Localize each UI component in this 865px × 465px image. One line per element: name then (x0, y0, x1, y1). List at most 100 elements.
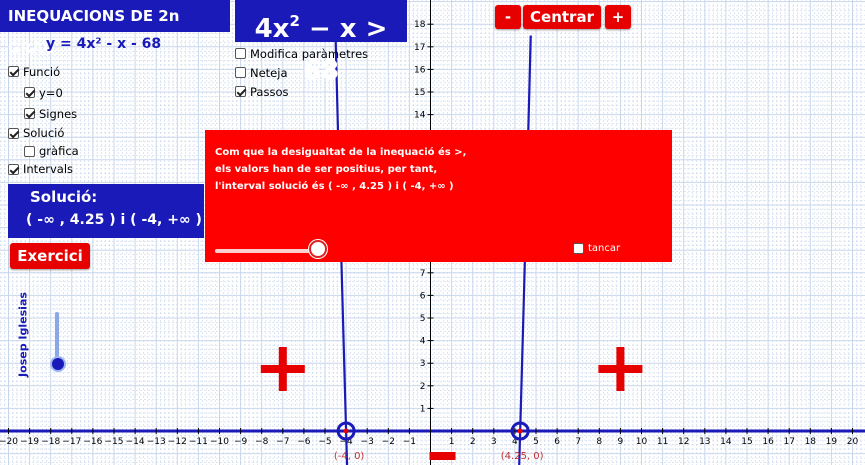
checkbox-label: Neteja (250, 65, 288, 80)
left-checkbox-panel: Funció y=0 Signes Solució gràfica Interv… (8, 61, 79, 178)
checkbox-box[interactable] (24, 108, 35, 119)
x-tick-label: 2 (470, 437, 476, 447)
x-tick-label: 8 (596, 437, 602, 447)
app-title: INEQUACIONS DE 2n GRAU (0, 0, 230, 57)
checkbox-modifica-parametres[interactable]: Modifica paràmetres (235, 44, 368, 63)
x-tick-label: −7 (276, 437, 289, 447)
x-tick-label: −1 (403, 437, 416, 447)
author-credit: Josep Iglesias (8, 290, 38, 380)
function-label: y = 4x² - x - 68 (46, 36, 162, 52)
solution-interval: ( -∞ , 4.25 ) i ( -4, +∞ ) (26, 212, 202, 228)
checkbox-box[interactable] (8, 163, 19, 175)
x-tick-label: 14 (720, 437, 732, 447)
popup-line: els valors han de ser positius, per tant… (215, 164, 438, 175)
solution-title: Solució: (30, 188, 98, 206)
x-tick-label: −14 (126, 437, 145, 447)
root-point-center (343, 428, 349, 434)
checkbox-funcio[interactable]: Funció (8, 61, 79, 82)
checkbox-box[interactable] (24, 87, 35, 98)
y-tick-label: 1 (420, 404, 426, 414)
y-tick-label: 2 (420, 382, 426, 392)
y-tick-label: 14 (414, 111, 426, 121)
checkbox-signes[interactable]: Signes (8, 103, 79, 124)
x-tick-label: 1 (449, 437, 455, 447)
x-tick-label: 6 (554, 437, 560, 447)
center-button[interactable]: Centrar (523, 5, 601, 29)
steps-slider-track[interactable] (215, 249, 319, 253)
popup-text: Com que la desigualtat de la inequació é… (215, 144, 466, 195)
x-tick-label: −2 (382, 437, 395, 447)
checkbox-box[interactable] (8, 66, 19, 77)
x-tick-label: −17 (62, 437, 81, 447)
x-tick-label: 11 (657, 437, 668, 447)
vertical-slider-handle[interactable] (50, 356, 66, 372)
plus-sign-vertical (616, 347, 625, 391)
checkbox-box[interactable] (235, 86, 246, 97)
close-label: tancar (588, 243, 621, 254)
checkbox-box[interactable] (573, 243, 584, 254)
x-tick-label: −8 (255, 437, 269, 447)
checkbox-neteja[interactable]: Neteja (235, 63, 368, 82)
root-label: (4.25, 0) (501, 451, 544, 462)
steps-slider-handle[interactable] (309, 240, 327, 258)
popup-line: Com que la desigualtat de la inequació é… (215, 147, 467, 158)
y-tick-label: 5 (420, 314, 426, 324)
y-tick-label: 18 (414, 20, 426, 30)
checkbox-grafica[interactable]: gràfica (8, 142, 79, 160)
x-tick-label: −6 (297, 437, 311, 447)
x-tick-label: 15 (741, 437, 752, 447)
checkbox-label: gràfica (39, 144, 79, 158)
x-tick-label: −19 (20, 437, 39, 447)
x-tick-label: 20 (847, 437, 859, 447)
checkbox-label: Solució (23, 126, 65, 140)
close-checkbox[interactable]: tancar (573, 243, 620, 254)
geogebra-applet: −20 −19 −18 −17 −16 −15 −14 −13 −12 −11 −10 −9 −8 −7−… (0, 0, 865, 465)
x-tick-label: −15 (105, 437, 124, 447)
author-name: Josep Iglesias (16, 292, 30, 377)
checkbox-box[interactable] (24, 145, 35, 157)
exercise-button[interactable]: Exercici (10, 243, 90, 269)
x-tick-label: 12 (678, 437, 689, 447)
checkbox-box[interactable] (235, 67, 246, 78)
x-tick-label: 17 (783, 437, 794, 447)
x-tick-label: 5 (533, 437, 539, 447)
checkbox-label: Funció (23, 64, 61, 79)
inequality-base: 4x (254, 14, 290, 44)
inequality-display: 4x2 − x > 68 (235, 0, 407, 86)
inequality-exponent: 2 (289, 12, 300, 30)
checkbox-y0[interactable]: y=0 (8, 82, 79, 103)
x-tick-label: −10 (210, 437, 229, 447)
vertical-slider-track[interactable] (55, 312, 59, 362)
y-tick-label: 3 (420, 359, 426, 369)
checkbox-box[interactable] (8, 127, 19, 139)
solution-panel: Solució: ( -∞ , 4.25 ) i ( -4, +∞ ) (8, 184, 204, 238)
checkbox-intervals[interactable]: Intervals (8, 160, 79, 178)
checkbox-solucio[interactable]: Solució (8, 124, 79, 142)
x-tick-label: −3 (361, 437, 374, 447)
x-tick-label: −13 (147, 437, 166, 447)
checkbox-passos[interactable]: Passos (235, 82, 368, 101)
x-tick-label: −9 (234, 437, 248, 447)
checkbox-label: Passos (250, 84, 289, 99)
root-label: (-4, 0) (334, 451, 365, 462)
checkbox-label: Intervals (23, 162, 74, 176)
right-checkbox-panel: Modifica paràmetres Neteja Passos (235, 44, 368, 101)
checkbox-label: Modifica paràmetres (250, 46, 369, 61)
x-tick-label: 7 (575, 437, 581, 447)
x-tick-label: −20 (0, 437, 18, 447)
zoom-out-button[interactable]: - (495, 5, 521, 29)
popup-line: l'interval solució és ( -∞ , 4.25 ) i ( … (215, 181, 454, 192)
x-tick-label: 10 (636, 437, 648, 447)
y-tick-label: 4 (420, 337, 426, 347)
zoom-in-button[interactable]: + (605, 5, 631, 29)
x-tick-label: −12 (168, 437, 187, 447)
x-tick-label: −5 (318, 437, 331, 447)
y-tick-label: 15 (414, 88, 425, 98)
y-tick-label: 7 (420, 269, 426, 279)
x-tick-label: 13 (699, 437, 710, 447)
root-point-center (517, 428, 523, 434)
steps-popup: Com que la desigualtat de la inequació é… (205, 130, 672, 262)
y-tick-label: 16 (414, 65, 426, 75)
checkbox-box[interactable] (235, 48, 246, 59)
x-tick-label: 16 (762, 437, 774, 447)
